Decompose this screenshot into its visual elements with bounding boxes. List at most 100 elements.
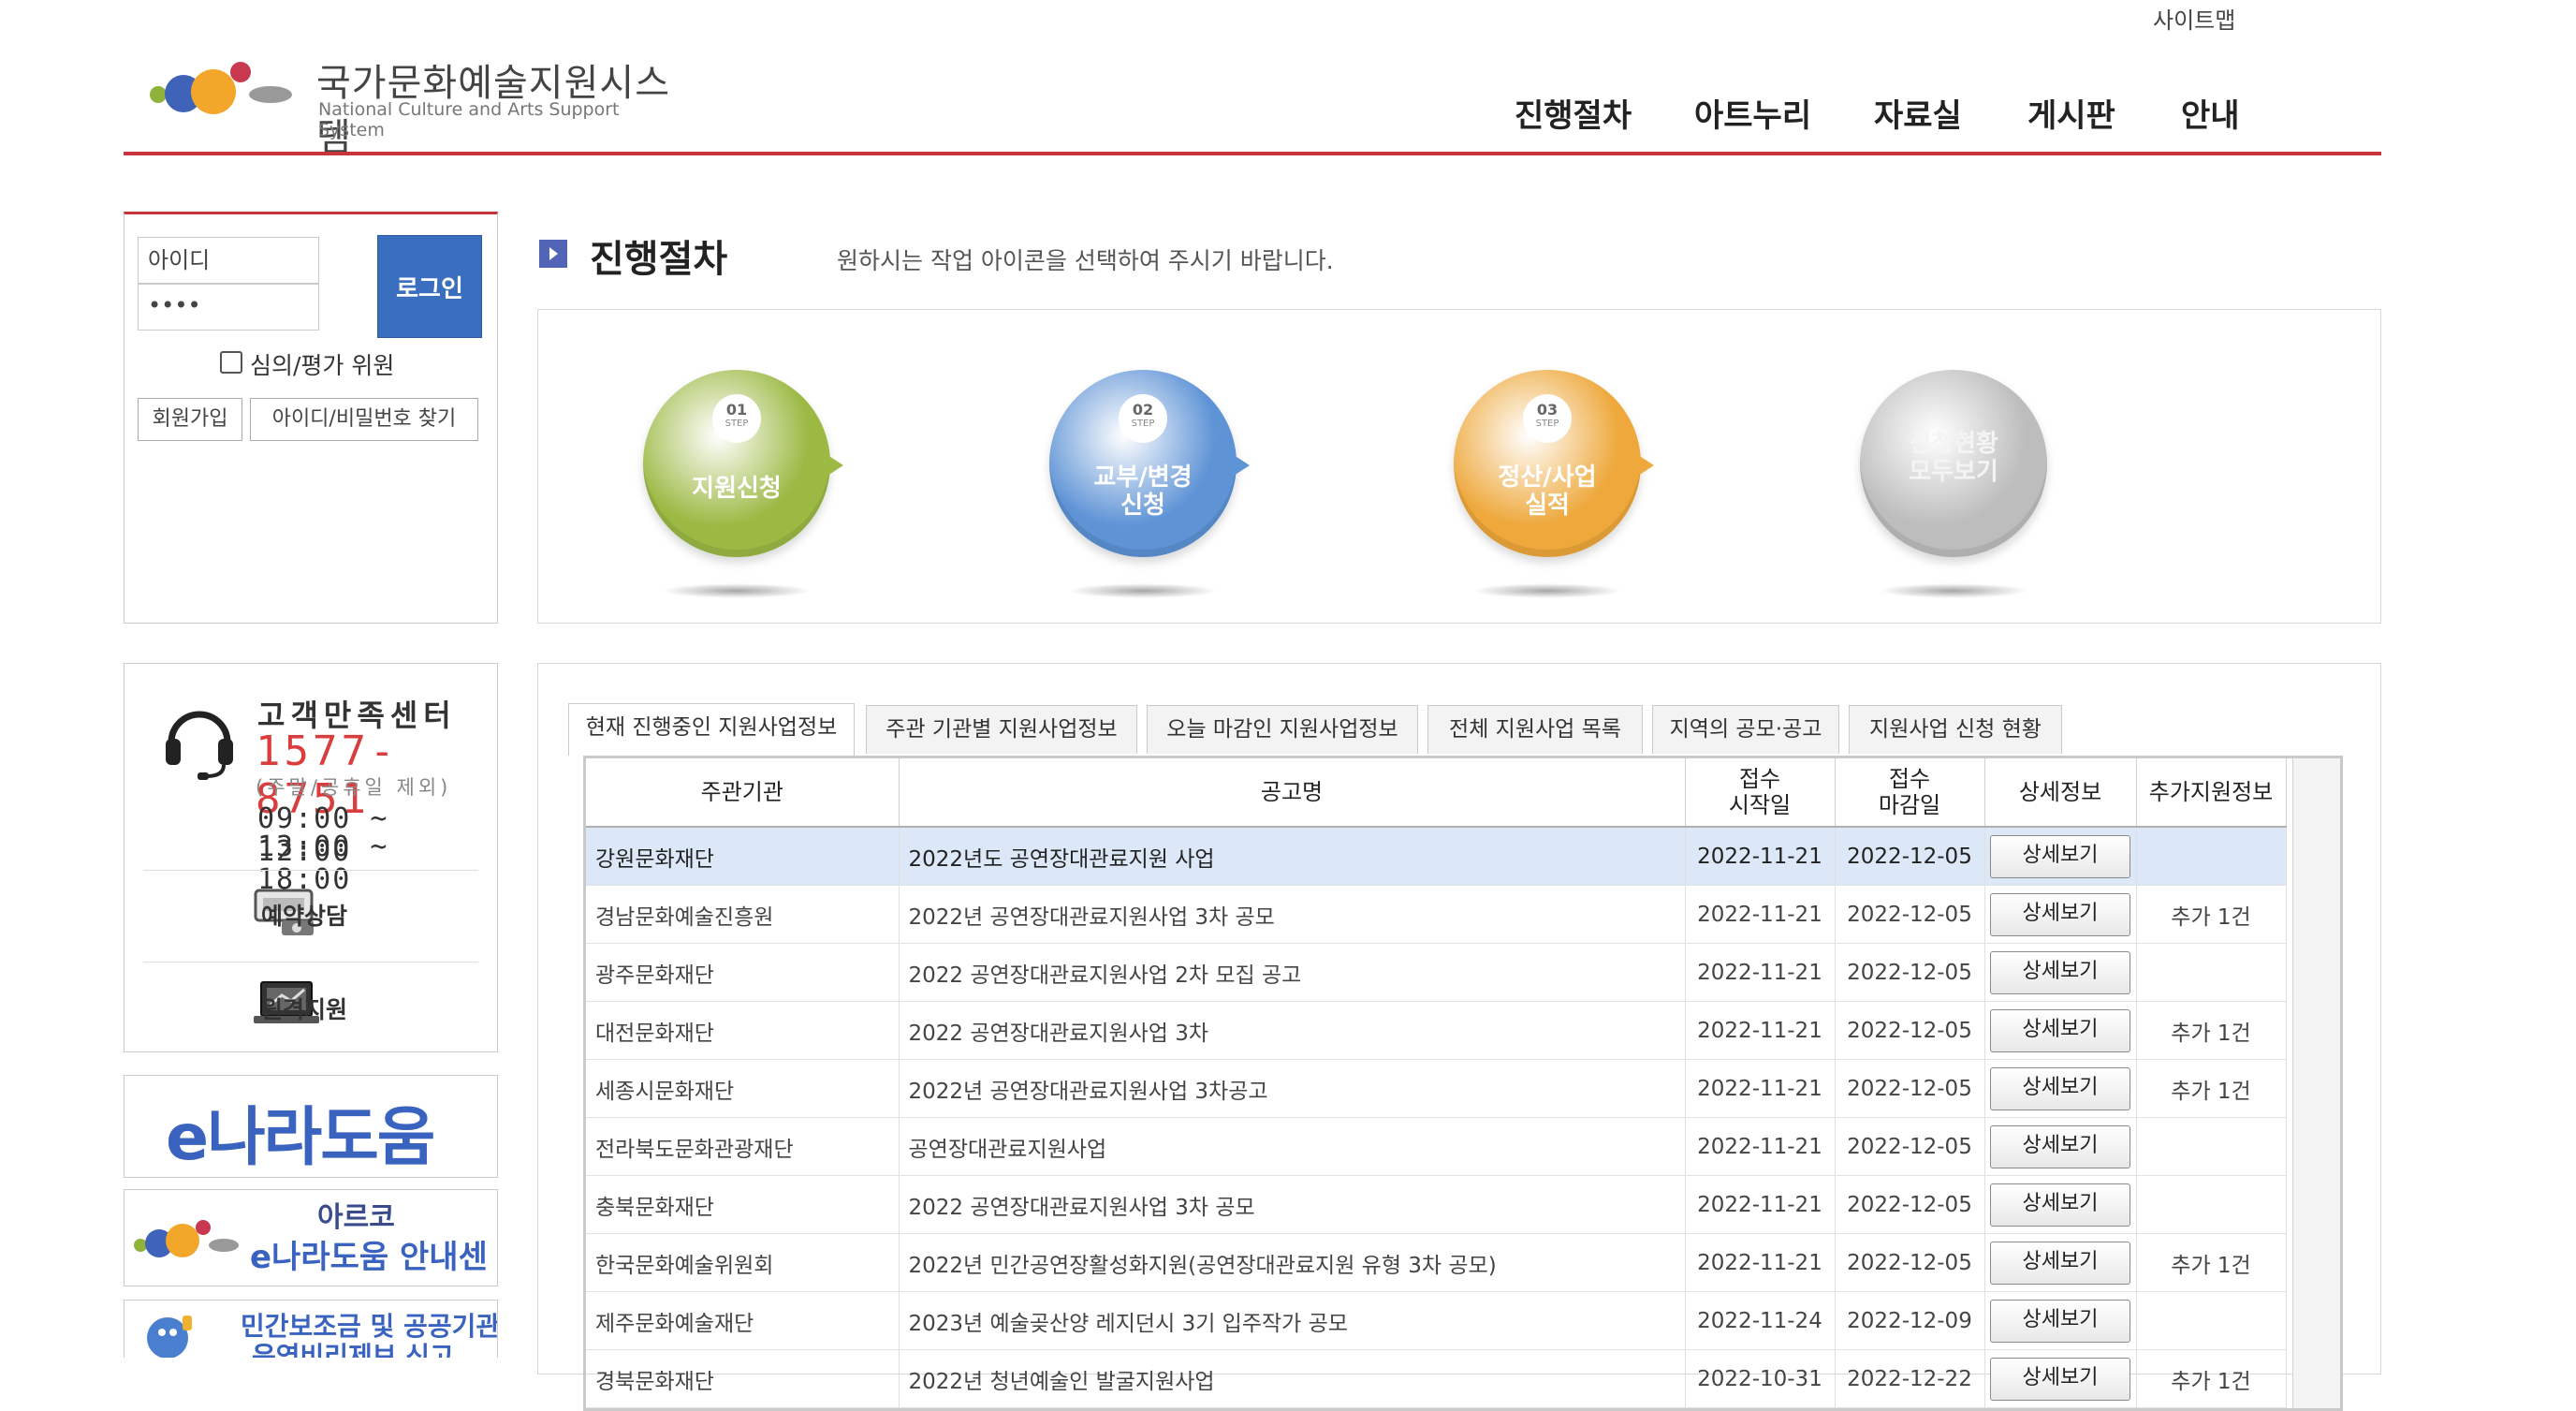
table-row[interactable]: 제주문화예술재단 2023년 예술곶산양 레지던시 3기 입주작가 공모 2022-… [586,1291,2287,1350]
tab-by-organization[interactable]: 주관 기관별 지원사업정보 [866,705,1137,754]
detail-view-button[interactable]: 상세보기 [1990,1008,2130,1052]
view-all-status-button[interactable]: 신청현황 모두보기 [1860,370,2047,557]
cell-notice-title: 2022 공연장대관료지원사업 3차 [899,1001,1686,1060]
cell-organization: 세종시문화재단 [586,1059,900,1118]
nav-item-artnuri[interactable]: 아트누리 [1694,90,1811,136]
cell-detail: 상세보기 [1984,827,2137,886]
step-shadow [1879,583,2028,598]
step-settlement-button[interactable]: 03 STEP 정산/사업 실적 [1454,370,1654,557]
id-input[interactable]: 아이디 [138,237,319,284]
header-end-date[interactable]: 접수 마감일 [1835,758,1985,828]
table-row[interactable]: 충북문화재단 2022 공연장대관료지원사업 3차 공모 2022-11-21 202… [586,1175,2287,1234]
reservation-consult-link[interactable]: 예약상담 [261,898,347,932]
tab-current-programs[interactable]: 현재 진행중인 지원사업정보 [568,703,855,756]
arko-enara-banner[interactable]: 아르코 e나라도움 안내센터 [124,1189,498,1286]
step-apply-button[interactable]: 01 STEP 지원신청 [643,370,843,557]
header-organization[interactable]: 주관기관 [586,758,900,828]
cell-extra-info: 추가 1건 [2136,885,2287,944]
arko-enara-label: e나라도움 안내센터 [250,1239,488,1286]
find-account-button[interactable]: 아이디/비밀번호 찾기 [250,398,478,441]
cell-extra-info [2136,1117,2287,1176]
cell-notice-title: 2022년 청년예술인 발굴지원사업 [899,1349,1686,1408]
nav-item-guide[interactable]: 안내 [2181,90,2240,136]
table-row[interactable]: 강원문화재단 2022년도 공연장대관료지원 사업 2022-11-21 2022-1… [586,827,2287,886]
cell-detail: 상세보기 [1984,943,2137,1002]
arko-dot-red [196,1220,211,1235]
cell-detail: 상세보기 [1984,1175,2137,1234]
tab-all-programs[interactable]: 전체 지원사업 목록 [1427,705,1643,754]
step-label-line2: 모두보기 [1909,458,1998,486]
site-logo[interactable]: 국가문화예술지원시스템 National Culture and Arts Su… [148,49,691,159]
detail-view-button[interactable]: 상세보기 [1990,892,2130,936]
tab-application-status[interactable]: 지원사업 신청 현황 [1849,705,2062,754]
arko-dot-gray [209,1239,239,1252]
cell-end-date: 2022-12-22 [1835,1349,1985,1408]
enara-banner[interactable]: e나라도움 [124,1075,498,1178]
cell-end-date: 2022-12-05 [1835,827,1985,886]
table-row[interactable]: 광주문화재단 2022 공연장대관료지원사업 2차 모집 공고 2022-11-21… [586,943,2287,1002]
login-button[interactable]: 로그인 [377,235,482,338]
report-banner[interactable]: 민간보조금 및 공공기관 운영비리제보 신고 [124,1300,498,1358]
detail-view-button[interactable]: 상세보기 [1990,834,2130,878]
cell-extra-info: 추가 1건 [2136,1059,2287,1118]
step-number-badge: 02 STEP [1119,394,1167,443]
cell-extra-info: 추가 1건 [2136,1001,2287,1060]
cell-detail: 상세보기 [1984,1349,2137,1408]
divider [143,870,478,871]
step-label-line2: 신청 [1120,492,1165,520]
table-row[interactable]: 경남문화예술진흥원 2022년 공연장대관료지원사업 3차 공모 2022-11-2… [586,885,2287,944]
table-row[interactable]: 한국문화예술위원회 2022년 민간공연장활성화지원(공연장대관료지원 유형 3차… [586,1233,2287,1292]
detail-view-button[interactable]: 상세보기 [1990,1124,2130,1168]
detail-view-button[interactable]: 상세보기 [1990,1066,2130,1110]
cell-extra-info: 추가 1건 [2136,1233,2287,1292]
header-start-date[interactable]: 접수 시작일 [1685,758,1836,828]
step-shadow [1068,583,1218,598]
detail-view-button[interactable]: 상세보기 [1990,1357,2130,1401]
cell-detail: 상세보기 [1984,1001,2137,1060]
logo-dot-gray [249,86,292,103]
cell-organization: 강원문화재단 [586,827,900,886]
table-scrollbar[interactable] [2292,758,2340,1408]
cell-start-date: 2022-11-21 [1685,1233,1836,1292]
detail-view-button[interactable]: 상세보기 [1990,1241,2130,1285]
detail-view-button[interactable]: 상세보기 [1990,1299,2130,1343]
cell-start-date: 2022-11-21 [1685,827,1836,886]
arko-dot-orange [166,1224,199,1257]
cell-organization: 광주문화재단 [586,943,900,1002]
header-notice-title[interactable]: 공고명 [899,758,1686,828]
table-row[interactable]: 대전문화재단 2022 공연장대관료지원사업 3차 2022-11-21 2022-1… [586,1001,2287,1060]
nav-item-board[interactable]: 게시판 [2027,90,2115,136]
arko-label: 아르코 [317,1201,395,1234]
table-row[interactable]: 세종시문화재단 2022년 공연장대관료지원사업 3차공고 2022-11-21 20… [586,1059,2287,1118]
section-bullet-icon [539,240,567,268]
logo-dot-red [230,62,251,82]
detail-view-button[interactable]: 상세보기 [1990,1183,2130,1227]
judge-checkbox[interactable] [220,351,242,374]
cell-end-date: 2022-12-05 [1835,885,1985,944]
password-input[interactable]: •••• [138,284,319,331]
nav-item-archive[interactable]: 자료실 [1874,90,1962,136]
detail-view-button[interactable]: 상세보기 [1990,950,2130,994]
step-grant-change-button[interactable]: 02 STEP 교부/변경 신청 [1049,370,1250,557]
sitemap-link[interactable]: 사이트맵 [2153,2,2235,35]
table-row[interactable]: 전라북도문화관광재단 공연장대관료지원사업 2022-11-21 2022-12-05… [586,1117,2287,1176]
cell-end-date: 2022-12-05 [1835,1175,1985,1234]
step-label: 신청현황 [1909,430,1998,458]
tab-closing-today[interactable]: 오늘 마감인 지원사업정보 [1147,705,1418,754]
cell-start-date: 2022-11-21 [1685,1175,1836,1234]
program-table: 주관기관 공고명 접수 시작일 접수 마감일 상세정보 추가지원정보 강원문화재… [586,758,2287,1408]
cell-organization: 경북문화재단 [586,1349,900,1408]
cell-notice-title: 2022 공연장대관료지원사업 2차 모집 공고 [899,943,1686,1002]
cell-notice-title: 공연장대관료지원사업 [899,1117,1686,1176]
header-divider [124,152,2381,155]
cell-start-date: 2022-11-21 [1685,1117,1836,1176]
nav-item-procedure[interactable]: 진행절차 [1515,90,1632,136]
cell-end-date: 2022-12-09 [1835,1291,1985,1350]
remote-support-link[interactable]: 원격지원 [261,992,347,1025]
join-button[interactable]: 회원가입 [138,398,242,441]
table-row[interactable]: 경북문화재단 2022년 청년예술인 발굴지원사업 2022-10-31 2022-1… [586,1349,2287,1408]
header-detail: 상세정보 [1984,758,2137,828]
cell-organization: 한국문화예술위원회 [586,1233,900,1292]
tab-regional-notices[interactable]: 지역의 공모·공고 [1652,705,1839,754]
cell-notice-title: 2022년 민간공연장활성화지원(공연장대관료지원 유형 3차 공모) [899,1233,1686,1292]
